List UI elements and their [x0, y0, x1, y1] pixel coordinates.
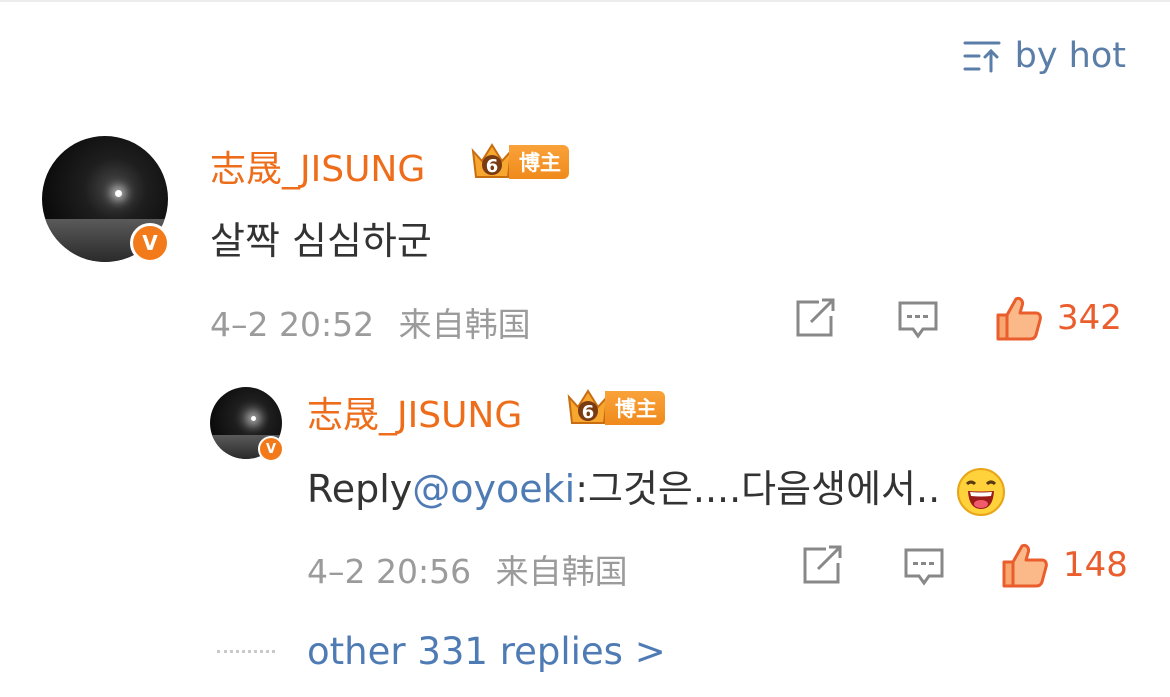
like-count: 342 — [1057, 298, 1122, 338]
comment-icon — [904, 548, 944, 586]
like-button[interactable]: 342 — [995, 294, 1122, 342]
reply-body: :그것은....다음생에서.. — [575, 467, 941, 511]
comment-icon — [898, 301, 938, 339]
reply-like-button[interactable]: 148 — [1001, 541, 1128, 589]
blogger-badge: 6 博主 — [565, 387, 665, 429]
laugh-emoji-icon — [957, 467, 1006, 516]
comment-username[interactable]: 志晟_JISUNG — [210, 140, 425, 192]
repost-icon — [803, 545, 842, 584]
repost-button[interactable] — [795, 298, 837, 338]
sort-label: by hot — [1014, 36, 1126, 76]
svg-text:6: 6 — [582, 402, 595, 423]
reply-time: 4–2 20:56 — [307, 552, 472, 591]
reply-prefix: Reply — [307, 467, 413, 511]
reply-username[interactable]: 志晟_JISUNG — [307, 386, 522, 438]
blogger-badge: 6 博主 — [469, 141, 569, 183]
reply-meta: 4–2 20:56 来自韩国 — [307, 545, 628, 593]
comment-source: 来自韩国 — [398, 305, 531, 344]
repost-icon — [796, 298, 835, 337]
reply-text: Reply@oyoeki:그것은....다음생에서.. — [307, 458, 1006, 517]
more-replies-link[interactable]: other 331 replies > — [307, 630, 666, 673]
verified-badge-icon: V — [258, 436, 284, 462]
reply-comment-button[interactable] — [903, 547, 945, 587]
top-divider — [0, 0, 1170, 2]
svg-text:6: 6 — [486, 156, 499, 177]
badge-tag: 博主 — [509, 145, 569, 179]
badge-tag: 博主 — [605, 391, 665, 425]
thread-connector — [217, 650, 275, 653]
comment-button[interactable] — [897, 300, 939, 340]
like-icon — [996, 297, 1042, 341]
comment-text: 살짝 심심하군 — [210, 219, 432, 263]
sort-icon — [963, 41, 1001, 73]
reply-source: 来自韩国 — [495, 552, 628, 591]
like-icon — [1002, 544, 1048, 588]
reply-repost-button[interactable] — [802, 545, 844, 585]
verified-badge-icon: V — [130, 223, 170, 263]
comment-time: 4–2 20:52 — [210, 305, 375, 344]
reply-mention[interactable]: @oyoeki — [412, 467, 575, 511]
reply-like-count: 148 — [1063, 545, 1128, 585]
sort-toggle[interactable]: by hot — [963, 36, 1126, 76]
comment-meta: 4–2 20:52 来自韩国 — [210, 298, 531, 346]
